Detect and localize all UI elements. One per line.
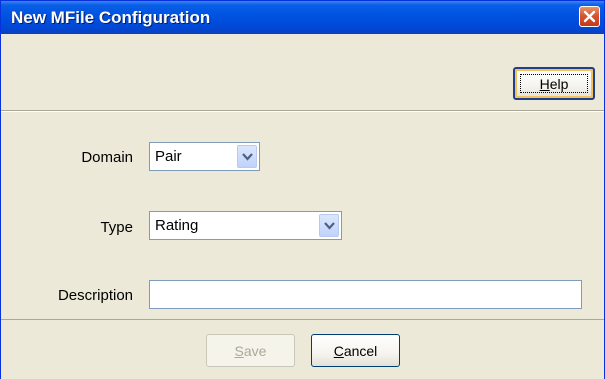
cancel-button[interactable]: Cancel	[311, 334, 400, 367]
dialog-window: New MFile Configuration Help Domain Pair…	[0, 0, 605, 379]
description-field[interactable]	[149, 280, 582, 309]
domain-select[interactable]: Pair	[149, 142, 260, 171]
type-select[interactable]: Rating	[149, 211, 342, 240]
domain-label: Domain	[81, 149, 133, 166]
description-label: Description	[57, 287, 133, 304]
type-label: Type	[100, 219, 133, 236]
window-title: New MFile Configuration	[11, 8, 211, 27]
domain-dropdown-button[interactable]	[237, 145, 257, 168]
type-dropdown-button[interactable]	[319, 214, 339, 237]
save-button-label: Save	[234, 342, 267, 359]
title-bar[interactable]: New MFile Configuration	[1, 1, 604, 34]
cancel-button-label: Cancel	[333, 342, 378, 359]
form-panel: Domain Pair Type Rating Description	[1, 111, 604, 320]
chevron-down-icon	[324, 222, 335, 230]
domain-select-value: Pair	[155, 148, 182, 165]
button-bar: Save Cancel	[1, 319, 604, 379]
chevron-down-icon	[242, 153, 253, 161]
type-select-value: Rating	[155, 217, 199, 234]
close-icon	[583, 10, 596, 23]
toolbar: Help	[1, 34, 604, 111]
help-button[interactable]: Help	[513, 67, 595, 100]
help-button-label: Help	[539, 75, 569, 92]
close-button[interactable]	[579, 6, 600, 27]
save-button[interactable]: Save	[206, 334, 295, 367]
